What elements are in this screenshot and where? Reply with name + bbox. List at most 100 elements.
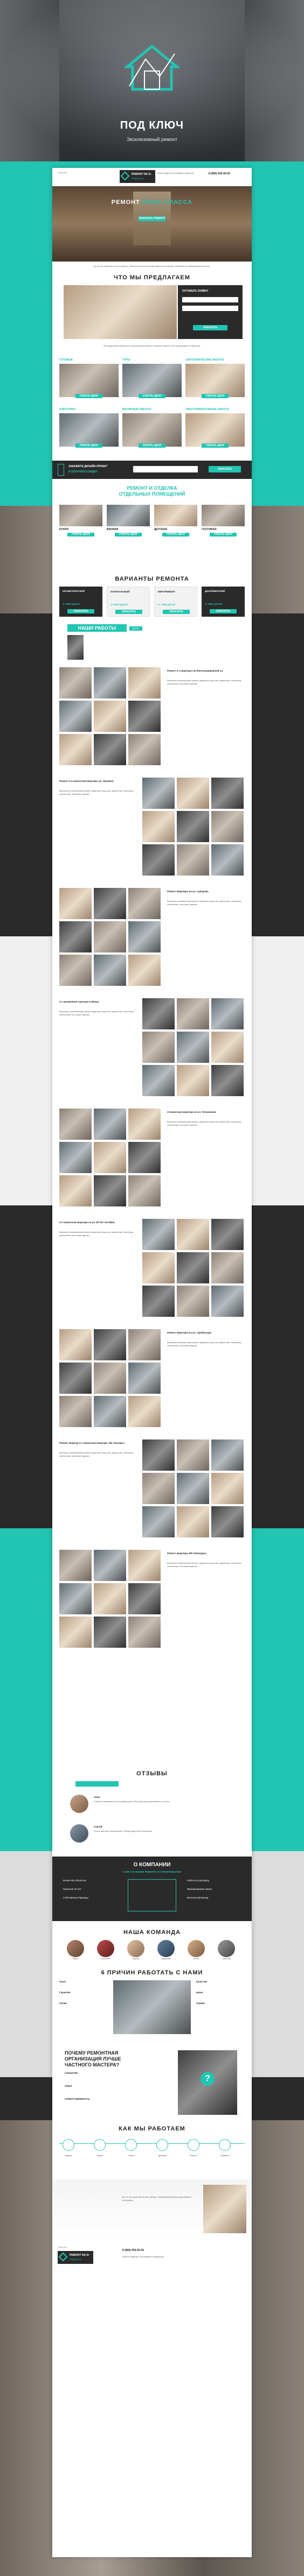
project-photo[interactable] <box>128 1617 161 1648</box>
project-photo[interactable] <box>59 1109 92 1140</box>
project-photo[interactable] <box>211 844 244 876</box>
project-photo[interactable] <box>128 1142 161 1173</box>
project-photo[interactable] <box>59 1583 92 1614</box>
footer-logo[interactable]: РЕМОНТ НА 5+ ПОДОЛЬСК <box>58 2251 93 2264</box>
project-photo[interactable] <box>128 955 161 986</box>
header-phone[interactable]: 8 (800) 555-55-55 <box>209 172 230 175</box>
project-photo[interactable] <box>94 1363 126 1394</box>
offer-price-button[interactable]: УЗНАТЬ ЦЕНУ <box>202 394 229 398</box>
project-photo[interactable] <box>142 1506 175 1537</box>
project-photo[interactable] <box>94 1396 126 1427</box>
room-price-button[interactable]: УЗНАТЬ ЦЕНУ <box>115 533 142 537</box>
project-photo[interactable] <box>142 1473 175 1504</box>
project-photo[interactable] <box>59 1617 92 1648</box>
project-photo[interactable] <box>177 1065 209 1096</box>
project-photo[interactable] <box>128 888 161 919</box>
project-photo[interactable] <box>142 1219 175 1250</box>
project-photo[interactable] <box>142 778 175 809</box>
variant-button[interactable]: ЗАКАЗАТЬ <box>163 610 190 614</box>
promo-button[interactable]: ЗАКАЗАТЬ <box>209 466 241 472</box>
project-photo[interactable] <box>128 701 161 732</box>
project-photo[interactable] <box>94 888 126 919</box>
project-photo[interactable] <box>142 844 175 876</box>
room-price-button[interactable]: УЗНАТЬ ЦЕНУ <box>67 533 94 537</box>
project-photo[interactable] <box>94 1583 126 1614</box>
project-photo[interactable] <box>177 1252 209 1283</box>
project-photo[interactable] <box>177 1506 209 1537</box>
project-photo[interactable] <box>94 1109 126 1140</box>
project-photo[interactable] <box>211 998 244 1029</box>
project-photo[interactable] <box>211 1506 244 1537</box>
project-photo[interactable] <box>59 888 92 919</box>
project-photo[interactable] <box>128 734 161 765</box>
project-photo[interactable] <box>211 1032 244 1063</box>
project-photo[interactable] <box>128 1583 161 1614</box>
variant-button[interactable]: ЗАКАЗАТЬ <box>115 610 142 614</box>
offer-price-button[interactable]: УЗНАТЬ ЦЕНУ <box>75 443 102 448</box>
project-photo[interactable] <box>142 1252 175 1283</box>
offer-phone-input[interactable] <box>182 306 238 311</box>
project-photo[interactable] <box>128 1396 161 1427</box>
project-photo[interactable] <box>59 921 92 952</box>
offer-price-button[interactable]: УЗНАТЬ ЦЕНУ <box>202 443 229 448</box>
project-photo[interactable] <box>128 667 161 698</box>
project-photo[interactable] <box>94 1617 126 1648</box>
project-photo[interactable] <box>59 1175 92 1206</box>
project-photo[interactable] <box>177 998 209 1029</box>
project-photo[interactable] <box>59 1329 92 1360</box>
project-photo[interactable] <box>94 1175 126 1206</box>
project-photo[interactable] <box>177 811 209 842</box>
project-photo[interactable] <box>211 1286 244 1317</box>
project-photo[interactable] <box>142 811 175 842</box>
project-photo[interactable] <box>94 955 126 986</box>
project-photo[interactable] <box>177 844 209 876</box>
project-photo[interactable] <box>128 1175 161 1206</box>
project-photo[interactable] <box>94 667 126 698</box>
project-photo[interactable] <box>94 701 126 732</box>
project-photo[interactable] <box>177 1473 209 1504</box>
project-photo[interactable] <box>59 1396 92 1427</box>
offer-price-button[interactable]: УЗНАТЬ ЦЕНУ <box>75 394 102 398</box>
project-photo[interactable] <box>211 1439 244 1471</box>
project-photo[interactable] <box>211 1219 244 1250</box>
variant-button[interactable]: ЗАКАЗАТЬ <box>210 609 237 613</box>
project-photo[interactable] <box>59 701 92 732</box>
project-photo[interactable] <box>59 955 92 986</box>
project-photo[interactable] <box>94 734 126 765</box>
project-photo[interactable] <box>211 778 244 809</box>
project-photo[interactable] <box>142 1439 175 1471</box>
header-logo[interactable]: РЕМОНТ НА 5+ ПОДОЛЬСК <box>120 170 155 183</box>
project-photo[interactable] <box>177 1219 209 1250</box>
project-photo[interactable] <box>211 1065 244 1096</box>
offer-price-button[interactable]: УЗНАТЬ ЦЕНУ <box>139 394 165 398</box>
project-photo[interactable] <box>177 1286 209 1317</box>
project-photo[interactable] <box>128 921 161 952</box>
footer-phone[interactable]: 8 (800) 555-55-55 <box>122 2249 144 2252</box>
project-photo[interactable] <box>94 1329 126 1360</box>
project-photo[interactable] <box>128 1109 161 1140</box>
project-photo[interactable] <box>142 998 175 1029</box>
room-price-button[interactable]: УЗНАТЬ ЦЕНУ <box>162 533 189 537</box>
works-badge[interactable]: ДАЛЕЕ <box>129 626 142 631</box>
project-photo[interactable] <box>59 734 92 765</box>
offer-price-button[interactable]: УЗНАТЬ ЦЕНУ <box>139 443 165 448</box>
project-photo[interactable] <box>142 1286 175 1317</box>
project-photo[interactable] <box>128 1363 161 1394</box>
variant-button[interactable]: ЗАКАЗАТЬ <box>67 609 94 613</box>
project-photo[interactable] <box>94 1550 126 1581</box>
project-photo[interactable] <box>128 1329 161 1360</box>
promo-phone-input[interactable] <box>133 466 198 472</box>
reviews-nav[interactable] <box>75 1781 119 1787</box>
room-price-button[interactable]: УЗНАТЬ ЦЕНУ <box>210 533 237 537</box>
project-photo[interactable] <box>94 1142 126 1173</box>
project-photo[interactable] <box>177 1032 209 1063</box>
project-photo[interactable] <box>59 1142 92 1173</box>
project-photo[interactable] <box>59 1550 92 1581</box>
project-photo[interactable] <box>59 667 92 698</box>
project-photo[interactable] <box>177 778 209 809</box>
project-photo[interactable] <box>142 1065 175 1096</box>
offer-name-input[interactable] <box>182 297 238 302</box>
project-photo[interactable] <box>59 1363 92 1394</box>
project-photo[interactable] <box>142 1032 175 1063</box>
lux-cta-button[interactable]: ЗАКАЗАТЬ РЕМОНТ <box>139 216 165 221</box>
